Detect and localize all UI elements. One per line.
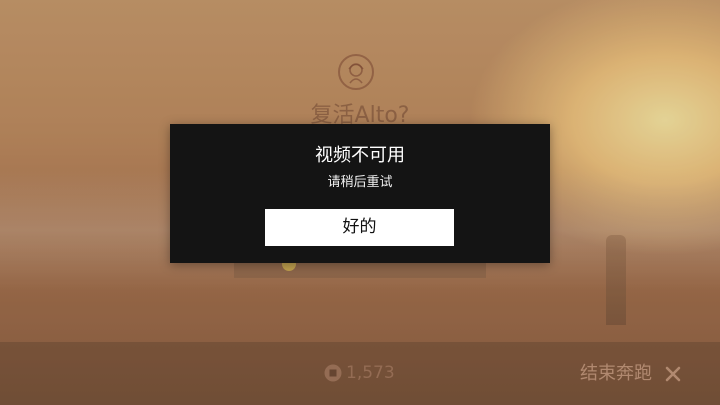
character-avatar-icon xyxy=(338,54,374,90)
end-run-button[interactable]: 结束奔跑 xyxy=(580,361,696,387)
close-icon xyxy=(665,366,681,382)
coin-count: 1,573 xyxy=(346,363,395,383)
dialog-title: 视频不可用 xyxy=(315,145,405,166)
end-run-label: 结束奔跑 xyxy=(580,363,652,384)
ok-button[interactable]: 好的 xyxy=(265,209,454,246)
dialog-message: 请稍后重试 xyxy=(327,175,393,190)
game-screen: 复活Alto? 1,573 结束奔跑 视频不可用 请稍后重试 好的 xyxy=(0,0,720,405)
coin-icon xyxy=(324,364,342,382)
video-unavailable-dialog: 视频不可用 请稍后重试 好的 xyxy=(170,124,550,263)
